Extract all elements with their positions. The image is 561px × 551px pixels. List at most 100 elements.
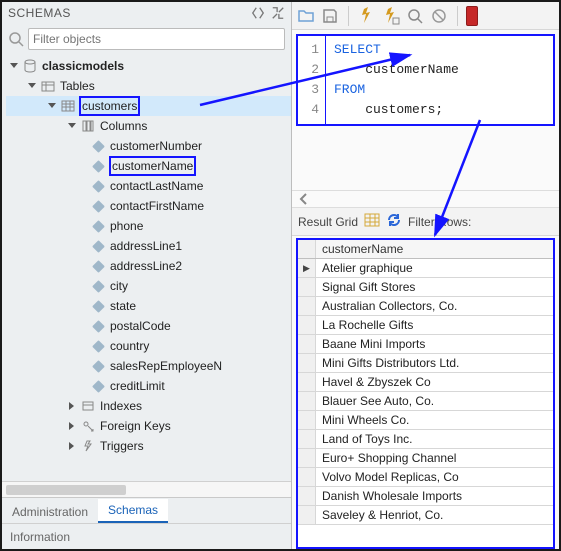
tree-column[interactable]: addressLine2 [6, 256, 291, 276]
row-selector[interactable] [298, 468, 316, 486]
table-row[interactable]: Mini Gifts Distributors Ltd. [298, 354, 553, 373]
row-selector[interactable] [298, 316, 316, 334]
column-header[interactable]: customerName [316, 242, 409, 256]
chevron-right-icon[interactable] [66, 440, 78, 452]
tree-column[interactable]: contactFirstName [6, 196, 291, 216]
sql-editor[interactable]: 1 2 3 4 SELECT customerName FROM custome… [296, 34, 555, 126]
row-selector[interactable] [298, 373, 316, 391]
columns-icon [80, 119, 96, 133]
chevron-left-icon[interactable] [296, 191, 312, 207]
open-file-icon[interactable] [296, 6, 316, 26]
column-label: phone [110, 217, 143, 235]
row-selector[interactable] [298, 354, 316, 372]
tree-column[interactable]: addressLine1 [6, 236, 291, 256]
table-row[interactable]: Mini Wheels Co. [298, 411, 553, 430]
column-icon [90, 179, 106, 193]
toolbar-separator [348, 6, 349, 26]
execute-icon[interactable] [357, 6, 377, 26]
row-selector[interactable] [298, 278, 316, 296]
cell-customerName: Danish Wholesale Imports [316, 489, 468, 503]
table-row[interactable]: Euro+ Shopping Channel [298, 449, 553, 468]
tree-column[interactable]: salesRepEmployeeN [6, 356, 291, 376]
row-selector[interactable] [298, 506, 316, 524]
chevron-down-icon[interactable] [66, 120, 78, 132]
tree-group[interactable]: Foreign Keys [6, 416, 291, 436]
tree-column[interactable]: creditLimit [6, 376, 291, 396]
schemas-title: SCHEMAS [8, 6, 71, 20]
editor-nav [292, 190, 559, 208]
column-label: postalCode [110, 317, 171, 335]
sql-code[interactable]: SELECT customerName FROM customers; [326, 36, 467, 124]
table-row[interactable]: Baane Mini Imports [298, 335, 553, 354]
chevron-right-icon[interactable] [66, 420, 78, 432]
grid-header-row: customerName [298, 240, 553, 259]
table-row[interactable]: Australian Collectors, Co. [298, 297, 553, 316]
panel-options-icon[interactable] [251, 6, 265, 20]
information-bar: Information [2, 523, 291, 549]
tables-label: Tables [60, 77, 95, 95]
chevron-down-icon[interactable] [26, 80, 38, 92]
execute-current-icon[interactable] [381, 6, 401, 26]
tree-database[interactable]: classicmodels [6, 56, 291, 76]
tree-column[interactable]: customerNumber [6, 136, 291, 156]
tab-schemas[interactable]: Schemas [98, 499, 168, 523]
row-selector[interactable] [298, 449, 316, 467]
filter-objects-input[interactable] [28, 28, 285, 50]
table-row[interactable]: Danish Wholesale Imports [298, 487, 553, 506]
table-row[interactable]: La Rochelle Gifts [298, 316, 553, 335]
row-selector[interactable] [298, 297, 316, 315]
result-grid-view-icon[interactable] [364, 212, 380, 231]
tree-column[interactable]: city [6, 276, 291, 296]
panel-expand-icon[interactable] [271, 6, 285, 20]
tree-column[interactable]: country [6, 336, 291, 356]
row-selector[interactable] [298, 430, 316, 448]
column-icon [90, 279, 106, 293]
refresh-icon[interactable] [386, 212, 402, 231]
table-row[interactable]: Land of Toys Inc. [298, 430, 553, 449]
schema-tree[interactable]: classicmodels Tables customers Columns c… [2, 54, 291, 481]
column-label: country [110, 337, 149, 355]
chevron-down-icon[interactable] [8, 60, 20, 72]
column-label: salesRepEmployeeN [110, 357, 222, 375]
group-label: Triggers [100, 437, 144, 455]
tree-column[interactable]: customerName [6, 156, 291, 176]
chevron-down-icon[interactable] [46, 100, 58, 112]
chevron-right-icon[interactable] [66, 400, 78, 412]
result-toolbar: Result Grid Filter Rows: [292, 208, 559, 236]
table-row[interactable]: Saveley & Henriot, Co. [298, 506, 553, 525]
tree-tables[interactable]: Tables [6, 76, 291, 96]
group-label: Indexes [100, 397, 142, 415]
tree-group[interactable]: Triggers [6, 436, 291, 456]
tree-group[interactable]: Indexes [6, 396, 291, 416]
row-selector[interactable] [298, 259, 316, 277]
table-row[interactable]: Volvo Model Replicas, Co [298, 468, 553, 487]
limit-toggle-icon[interactable] [466, 6, 478, 26]
tree-column[interactable]: postalCode [6, 316, 291, 336]
tab-administration[interactable]: Administration [2, 501, 98, 523]
table-row[interactable]: Havel & Zbyszek Co [298, 373, 553, 392]
row-selector[interactable] [298, 335, 316, 353]
left-pane: SCHEMAS classicmodels Tables [2, 2, 292, 549]
cell-customerName: Euro+ Shopping Channel [316, 451, 462, 465]
save-icon[interactable] [320, 6, 340, 26]
stop-icon[interactable] [429, 6, 449, 26]
row-selector[interactable] [298, 411, 316, 429]
tree-table-customers[interactable]: customers [6, 96, 291, 116]
tree-columns[interactable]: Columns [6, 116, 291, 136]
column-icon [90, 299, 106, 313]
tree-column[interactable]: phone [6, 216, 291, 236]
row-selector[interactable] [298, 487, 316, 505]
column-icon [90, 259, 106, 273]
table-row[interactable]: Atelier graphique [298, 259, 553, 278]
row-selector[interactable] [298, 392, 316, 410]
explain-icon[interactable] [405, 6, 425, 26]
table-row[interactable]: Blauer See Auto, Co. [298, 392, 553, 411]
tree-column[interactable]: state [6, 296, 291, 316]
tree-horizontal-scrollbar[interactable] [2, 481, 291, 497]
columns-label: Columns [100, 117, 147, 135]
table-icon [60, 99, 76, 113]
cell-customerName: Baane Mini Imports [316, 337, 431, 351]
result-grid[interactable]: customerName Atelier graphiqueSignal Gif… [296, 238, 555, 549]
table-row[interactable]: Signal Gift Stores [298, 278, 553, 297]
tree-column[interactable]: contactLastName [6, 176, 291, 196]
